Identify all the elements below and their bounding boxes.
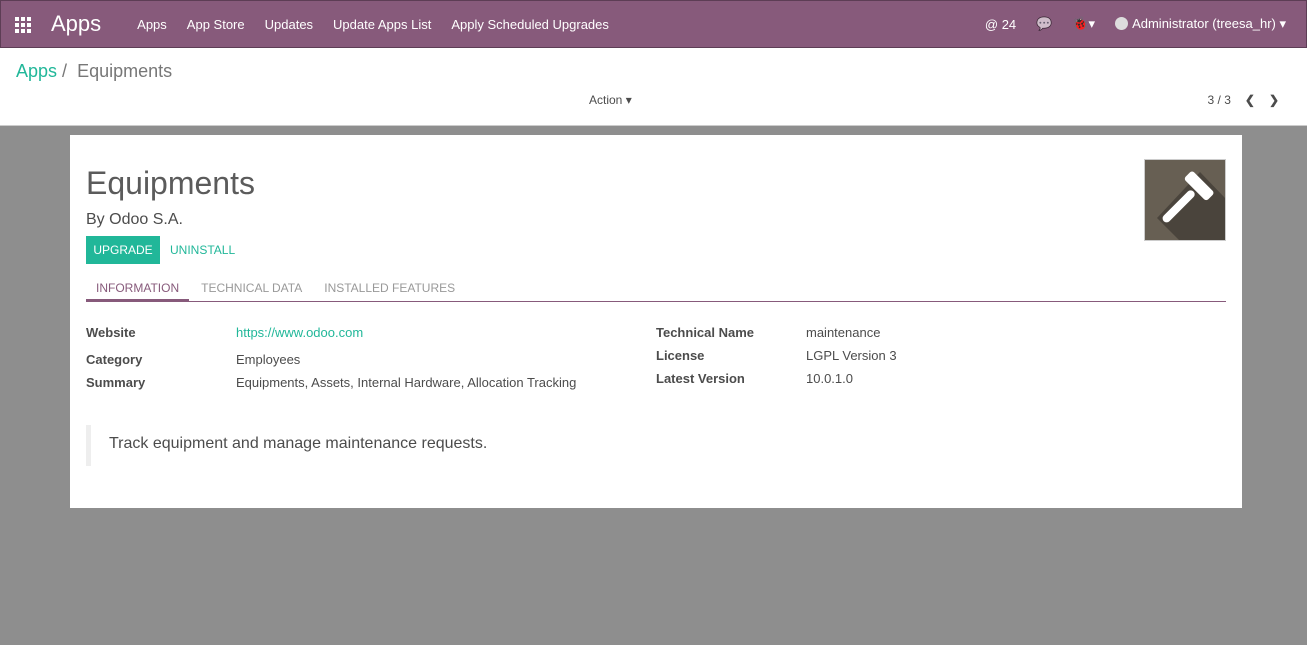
summary-label: Summary [86,375,146,390]
breadcrumb: Apps / Equipments [16,61,172,82]
uninstall-button[interactable]: UNINSTALL [170,243,235,257]
license-label: License [656,348,705,363]
breadcrumb-current: Equipments [77,61,173,81]
tab-technical-data[interactable]: TECHNICAL DATA [191,275,312,301]
tab-installed-features[interactable]: INSTALLED FEATURES [314,275,465,301]
upgrade-button[interactable]: UPGRADE [86,236,160,264]
hammer-icon [1144,159,1226,241]
action-label: Action [589,93,623,107]
latest-version-value: 10.0.1.0 [806,371,853,386]
menu-apply-scheduled-upgrades[interactable]: Apply Scheduled Upgrades [451,17,609,32]
app-grid-icon[interactable] [15,17,33,33]
chevron-right-icon[interactable]: ❯ [1269,93,1279,107]
module-title: Equipments [86,165,255,201]
menu-app-store[interactable]: App Store [187,17,245,32]
chat-icon[interactable]: 💬 [1036,16,1052,32]
website-link[interactable]: https://www.odoo.com [236,325,363,340]
license-value: LGPL Version 3 [806,348,897,363]
debug-bug-icon[interactable]: 🐞▾ [1072,16,1095,32]
brand-title: Apps [51,11,102,36]
summary-value: Equipments, Assets, Internal Hardware, A… [236,375,577,390]
category-value: Employees [236,352,301,367]
chevron-left-icon[interactable]: ❮ [1245,93,1255,107]
menu-update-apps-list[interactable]: Update Apps List [333,17,431,32]
latest-version-label: Latest Version [656,371,745,386]
mentions-button[interactable]: @ 24 [985,17,1016,32]
breadcrumb-apps[interactable]: Apps [16,61,57,81]
pager-value: 3 / 3 [1207,93,1231,107]
module-description: Track equipment and manage maintenance r… [86,425,505,466]
website-label: Website [86,325,136,340]
module-author: By Odoo S.A. [86,211,183,228]
category-label: Category [86,352,143,367]
technical-name-value: maintenance [806,325,881,340]
menu-updates[interactable]: Updates [265,17,313,32]
action-dropdown[interactable]: Action ▾ [589,93,632,107]
breadcrumb-separator: / [62,61,68,81]
menu-apps[interactable]: Apps [137,17,167,32]
avatar [1115,17,1129,30]
tab-information[interactable]: INFORMATION [86,275,190,301]
module-form-sheet: Equipments By Odoo S.A. UPGRADE UNINSTAL… [70,135,1242,508]
control-panel: Apps / Equipments Action ▾ 3 / 3 ❮ ❯ [0,48,1307,126]
user-menu[interactable]: Administrator (treesa_hr) ▾ [1115,16,1286,32]
user-name: Administrator (treesa_hr) [1132,16,1276,31]
technical-name-label: Technical Name [656,325,755,340]
pager: 3 / 3 ❮ ❯ [1208,93,1279,107]
tab-bar: INFORMATION TECHNICAL DATA INSTALLED FEA… [86,275,1226,302]
top-navbar: Apps Apps App Store Updates Update Apps … [0,0,1307,48]
